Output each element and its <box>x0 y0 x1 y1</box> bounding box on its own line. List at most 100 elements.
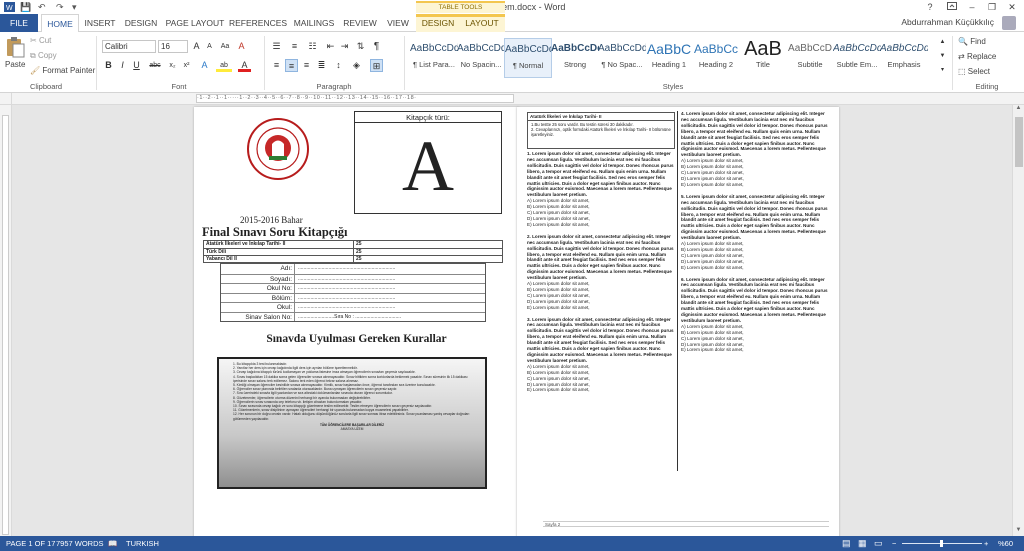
web-layout-icon[interactable]: ▭ <box>874 536 883 551</box>
style-item[interactable]: AaBbCcDd Emphasis <box>880 38 928 78</box>
close-button[interactable]: ✕ <box>1002 0 1022 14</box>
tab-selector[interactable] <box>0 93 12 104</box>
justify-icon[interactable]: ≣ <box>315 59 328 72</box>
vertical-ruler[interactable] <box>0 105 12 536</box>
style-item[interactable]: AaBbC Heading 1 <box>645 38 693 78</box>
form-field[interactable]: ........................................… <box>295 275 395 284</box>
vertical-scrollbar[interactable]: ▲ ▼ <box>1012 105 1024 536</box>
restore-button[interactable]: ❐ <box>982 0 1002 14</box>
replace-button[interactable]: ⇄ Replace <box>958 52 996 61</box>
avatar[interactable] <box>1002 16 1016 30</box>
bullets-icon[interactable]: ☰ <box>270 40 283 53</box>
sort-icon[interactable]: ⇅ <box>354 40 367 53</box>
shading-icon[interactable]: ◈ <box>350 59 363 72</box>
borders-icon[interactable]: ⊞ <box>370 59 383 72</box>
help-button[interactable]: ? <box>920 0 940 14</box>
form-field[interactable]: ........................................… <box>295 264 395 274</box>
user-name[interactable]: Abdurrahman Küçükkılıç <box>901 17 994 27</box>
select-button[interactable]: ⬚ Select <box>958 67 990 76</box>
minimize-button[interactable]: – <box>962 0 982 14</box>
font-color-button[interactable]: A <box>238 59 251 72</box>
change-case-button[interactable]: Aa <box>217 40 233 53</box>
format-painter-button[interactable]: 🖌 Format Painter <box>30 66 95 75</box>
superscript-button[interactable]: x² <box>180 59 193 72</box>
form-field[interactable]: ........................................… <box>295 294 395 303</box>
clear-formatting-button[interactable]: A <box>235 40 248 53</box>
rules-box: 1. Bu kitapçıkta 3 test bulunmaktadır. 2.… <box>217 357 487 489</box>
word-count[interactable]: 7957 WORDS <box>56 536 104 551</box>
style-item[interactable]: AaBbCcDd ¶ No Spac... <box>598 38 646 78</box>
tab-view[interactable]: VIEW <box>382 14 414 32</box>
scrollbar-thumb[interactable] <box>1015 117 1023 167</box>
align-center-icon[interactable]: ≡ <box>285 59 298 72</box>
italic-button[interactable]: I <box>116 59 129 72</box>
font-name-combo[interactable]: Calibri <box>102 40 156 53</box>
proofing-icon[interactable]: 📖 <box>108 536 117 551</box>
styles-scroll-up-icon[interactable]: ▲ <box>936 36 949 49</box>
styles-scroll-down-icon[interactable]: ▼ <box>936 50 949 63</box>
align-right-icon[interactable]: ≡ <box>300 59 313 72</box>
style-item[interactable]: AaBbCcDd Subtle Em... <box>833 38 881 78</box>
read-mode-icon[interactable]: ▤ <box>842 536 851 551</box>
multilevel-list-icon[interactable]: ☷ <box>306 40 319 53</box>
form-field[interactable]: ........................................… <box>295 303 395 312</box>
tab-home[interactable]: HOME <box>41 14 79 33</box>
tab-references[interactable]: REFERENCES <box>229 14 287 32</box>
scroll-down-icon[interactable]: ▼ <box>1014 527 1023 536</box>
styles-more-icon[interactable]: ▾ <box>936 64 949 77</box>
tab-table-layout[interactable]: LAYOUT <box>462 14 502 32</box>
increase-indent-icon[interactable]: ⇥ <box>338 40 351 53</box>
strikethrough-button[interactable]: abc <box>146 59 164 72</box>
horizontal-ruler[interactable]: ·1··2··1··1·····1··2··3··4··5··6··7··8··… <box>0 93 1024 105</box>
tab-table-design[interactable]: DESIGN <box>418 14 458 32</box>
text-effects-button[interactable]: A <box>198 59 211 72</box>
tab-file[interactable]: FILE <box>0 14 38 32</box>
highlight-button[interactable]: ab <box>216 59 232 72</box>
cut-button[interactable]: ✂ Cut <box>30 36 51 45</box>
line-spacing-icon[interactable]: ↕ <box>332 59 345 72</box>
page-1[interactable]: Kitapçık türü: A 2015-2016 Bahar Final S… <box>194 107 519 536</box>
form-field[interactable]: ........................................… <box>295 284 395 293</box>
style-item[interactable]: AaBbCcD Subtitle <box>786 38 834 78</box>
underline-button[interactable]: U <box>130 59 143 72</box>
grow-font-button[interactable]: A <box>190 40 203 53</box>
paste-label[interactable]: Paste <box>5 60 25 69</box>
zoom-out-icon[interactable]: − <box>892 536 896 551</box>
font-size-combo[interactable]: 16 <box>158 40 188 53</box>
style-item[interactable]: AaBbCcDc Strong <box>551 38 599 78</box>
tab-page-layout[interactable]: PAGE LAYOUT <box>164 14 226 32</box>
numbering-icon[interactable]: ≡ <box>288 40 301 53</box>
show-formatting-button[interactable]: ¶ <box>370 40 383 53</box>
document-canvas[interactable]: Kitapçık türü: A 2015-2016 Bahar Final S… <box>12 105 1012 536</box>
align-left-icon[interactable]: ≡ <box>270 59 283 72</box>
table-tools-label: TABLE TOOLS <box>438 4 483 11</box>
page-2[interactable]: Atatürk İlkeleri ve İnkılap Tarihi- II 1… <box>517 107 839 536</box>
zoom-slider-thumb[interactable] <box>940 540 943 547</box>
copy-button[interactable]: ⧉ Copy <box>30 51 57 61</box>
subscript-button[interactable]: x₂ <box>166 59 179 72</box>
page-count[interactable]: PAGE 1 OF 17 <box>6 536 55 551</box>
style-item[interactable]: AaB Title <box>739 38 787 78</box>
ribbon-display-options-button[interactable] <box>942 0 962 14</box>
tab-mailings[interactable]: MAILINGS <box>290 14 338 32</box>
tab-insert[interactable]: INSERT <box>82 14 118 32</box>
style-item[interactable]: AaBbCcDd ¶ Normal <box>504 38 552 78</box>
tab-review[interactable]: REVIEW <box>341 14 379 32</box>
paste-button[interactable] <box>4 36 26 60</box>
language[interactable]: TURKISH <box>126 536 159 551</box>
copy-icon: ⧉ <box>30 51 36 60</box>
shrink-font-button[interactable]: A <box>203 40 216 53</box>
style-item[interactable]: AaBbCcDd ¶ List Para... <box>410 38 458 78</box>
style-item[interactable]: AaBbCcDd No Spacin... <box>457 38 505 78</box>
zoom-in-icon[interactable]: + <box>984 536 988 551</box>
tab-design[interactable]: DESIGN <box>121 14 161 32</box>
zoom-level[interactable]: %60 <box>998 536 1013 551</box>
print-layout-icon[interactable]: ▦ <box>858 536 867 551</box>
find-button[interactable]: 🔍 Find <box>958 37 986 46</box>
decrease-indent-icon[interactable]: ⇤ <box>324 40 337 53</box>
bold-button[interactable]: B <box>102 59 115 72</box>
form-field[interactable]: ..........................Sıra No : ....… <box>295 313 401 322</box>
scroll-up-icon[interactable]: ▲ <box>1014 105 1023 114</box>
zoom-slider[interactable] <box>902 540 982 547</box>
style-item[interactable]: AaBbCc Heading 2 <box>692 38 740 78</box>
